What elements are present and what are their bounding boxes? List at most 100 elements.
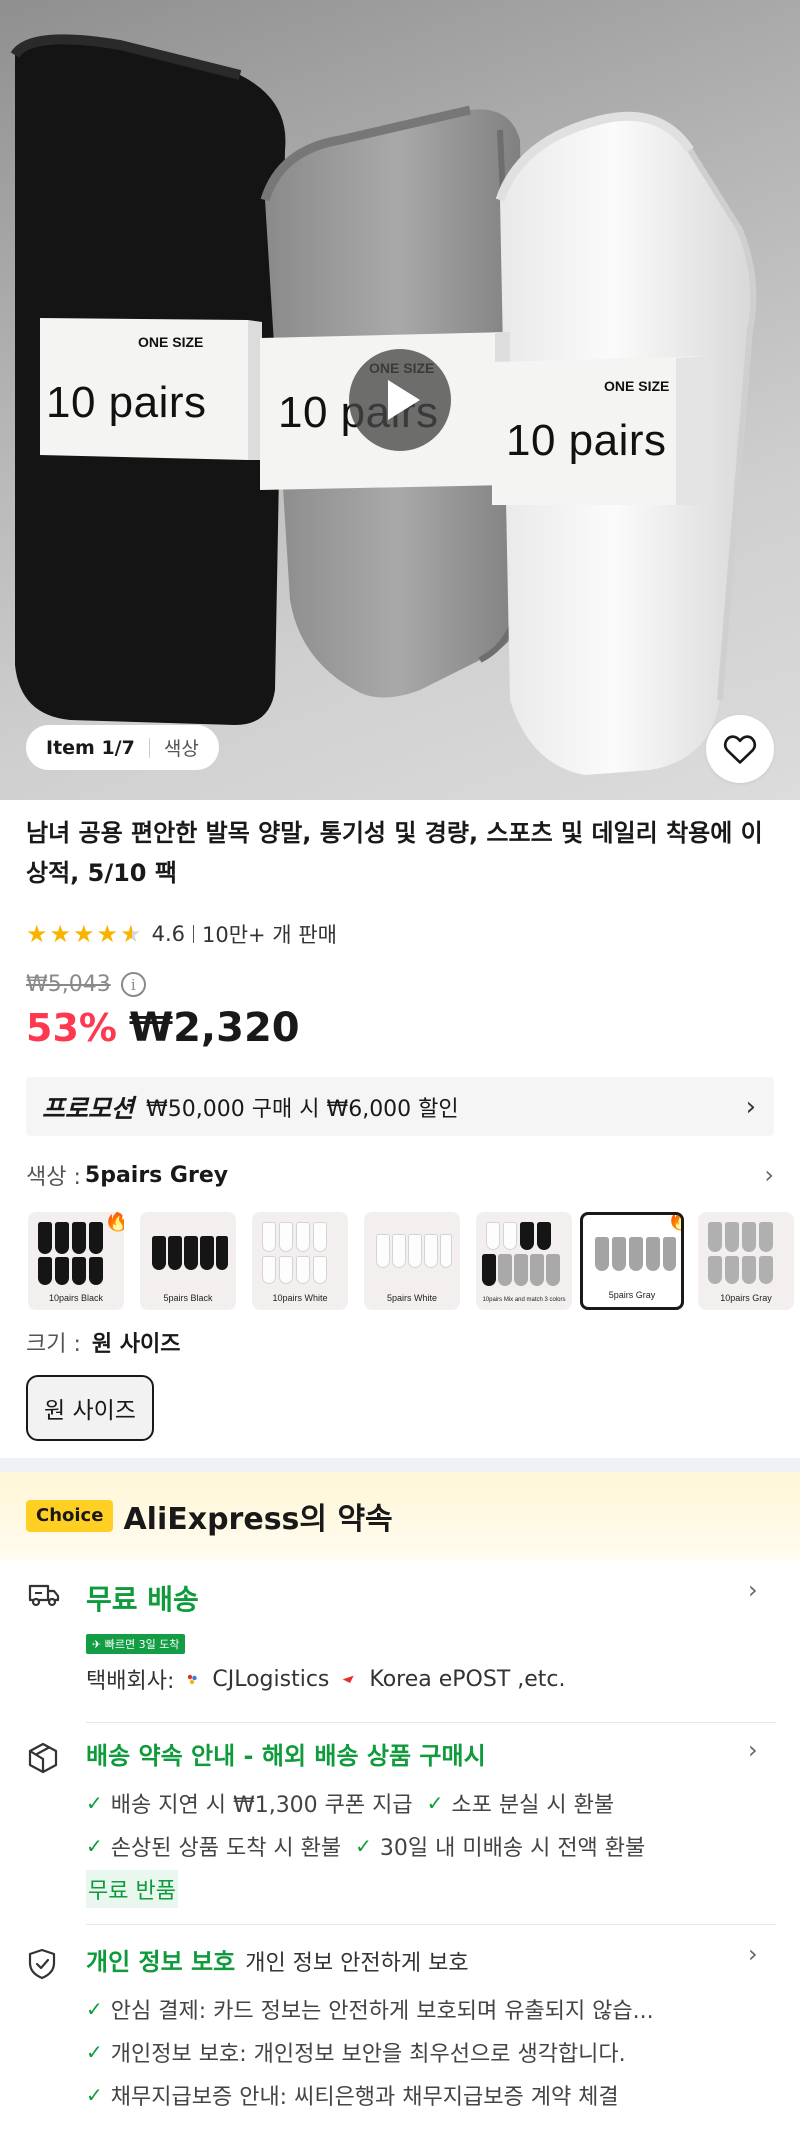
carrier-label: 택배회사:	[86, 1669, 175, 1694]
band-label-white: 10 pairs	[506, 416, 667, 465]
privacy-title: 개인 정보 보호 개인 정보 안전하게 보호	[86, 1942, 469, 1977]
play-icon	[388, 380, 420, 420]
color-swatches: 🔥 10pairs Black 5pairs Black 10pairs Whi…	[28, 1212, 800, 1310]
color-option-10pairs-black[interactable]: 🔥 10pairs Black	[28, 1212, 124, 1310]
play-video-button[interactable]	[349, 349, 451, 451]
privacy-title-text: 개인 정보 보호	[86, 1948, 236, 1976]
color-option-caption: 10pairs Mix and match 3 colors	[482, 1297, 566, 1303]
color-option-10pairs-white[interactable]: 10pairs White	[252, 1212, 348, 1310]
check-icon: ✓	[86, 1791, 103, 1815]
truck-icon	[28, 1584, 60, 1607]
hot-fire-icon: 🔥	[667, 1215, 681, 1231]
size-selector-header: 크기 : 원 사이즈	[26, 1326, 181, 1358]
wishlist-button[interactable]	[706, 715, 774, 783]
check-icon: ✓	[355, 1834, 372, 1858]
color-option-caption: 10pairs Gray	[720, 1293, 772, 1303]
star-icon: ★	[73, 920, 95, 948]
chevron-right-icon: ›	[748, 1940, 758, 1968]
color-option-5pairs-black[interactable]: 5pairs Black	[140, 1212, 236, 1310]
check-icon: ✓	[426, 1791, 444, 1815]
rating-stars: ★ ★ ★ ★ ★	[26, 922, 142, 946]
promise-title: AliExpress의 약속	[123, 1502, 393, 1537]
chevron-right-icon: ›	[745, 1091, 756, 1122]
image-type-label: 색상	[163, 738, 199, 760]
color-option-caption: 5pairs Black	[163, 1293, 213, 1303]
band-size-label-black: ONE SIZE	[138, 334, 204, 350]
color-label: 색상 :	[26, 1165, 81, 1190]
promise-item: 소포 분실 시 환불	[451, 1793, 615, 1818]
chevron-right-icon: ›	[748, 1736, 758, 1764]
free-shipping-title: 무료 배송	[86, 1583, 199, 1616]
color-option-10pairs-mix[interactable]: 10pairs Mix and match 3 colors	[476, 1212, 572, 1310]
selected-color: 5pairs Grey	[84, 1162, 229, 1188]
half-star-icon: ★	[120, 920, 142, 948]
promise-item: 손상된 상품 도착 시 환불	[110, 1836, 342, 1861]
privacy-row-2: ✓ 개인정보 보호: 개인정보 보안을 최우선으로 생각합니다.	[86, 2036, 626, 2068]
pill-divider	[148, 737, 150, 758]
star-icon: ★	[26, 920, 48, 948]
color-option-caption: 5pairs White	[386, 1293, 438, 1303]
star-icon: ★	[49, 920, 72, 948]
check-icon: ✓	[86, 2040, 103, 2064]
promise-item: 배송 지연 시 ₩1,300 쿠폰 지급	[110, 1793, 413, 1818]
free-return-badge: 무료 반품	[86, 1870, 178, 1908]
shield-check-icon	[28, 1948, 56, 1980]
delivery-promise-title: 배송 약속 안내 - 해외 배송 상품 구매시	[86, 1742, 486, 1770]
choice-promise-header: Choice AliExpress의 약속	[0, 1472, 800, 1560]
fast-delivery-text: 빠르면 3일 도착	[104, 1638, 180, 1651]
privacy-item: 개인정보 보호: 개인정보 보안을 최우선으로 생각합니다.	[110, 2042, 626, 2067]
color-option-caption: 10pairs Black	[48, 1293, 104, 1303]
package-icon	[28, 1742, 58, 1774]
sale-price: ₩2,320	[128, 1005, 300, 1051]
price-row: 53% ₩2,320	[26, 1005, 300, 1051]
hot-fire-icon: 🔥	[104, 1212, 124, 1233]
rating-row[interactable]: ★ ★ ★ ★ ★ 4.6 10만+ 개 판매	[26, 918, 337, 950]
epost-logo-icon	[342, 1674, 355, 1683]
color-option-caption: 5pairs Gray	[608, 1290, 656, 1300]
check-icon: ✓	[86, 1997, 103, 2021]
original-price-row: ₩5,043 i	[26, 972, 146, 997]
color-option-10pairs-gray[interactable]: 10pairs Gray	[698, 1212, 794, 1310]
divider	[86, 1722, 776, 1723]
check-icon: ✓	[86, 2083, 103, 2107]
privacy-subtitle: 개인 정보 안전하게 보호	[245, 1951, 469, 1976]
chevron-right-icon: ›	[748, 1576, 758, 1604]
size-option-one-size[interactable]: 원 사이즈	[26, 1375, 154, 1441]
check-icon: ✓	[86, 1834, 103, 1858]
choice-badge: Choice	[26, 1500, 114, 1532]
discount-percent: 53%	[26, 1006, 117, 1050]
divider	[86, 1924, 776, 1925]
delivery-promise-row-2: ✓ 손상된 상품 도착 시 환불 ✓ 30일 내 미배송 시 전액 환불	[86, 1830, 645, 1862]
rating-divider	[192, 925, 194, 943]
promise-item: 30일 내 미배송 시 전액 환불	[379, 1836, 646, 1861]
star-icon: ★	[96, 920, 119, 948]
privacy-section[interactable]: 개인 정보 보호 개인 정보 안전하게 보호 ›	[0, 1926, 800, 1996]
carrier-cj: CJLogistics	[212, 1666, 330, 1692]
promotion-text: ₩50,000 구매 시 ₩6,000 할인	[146, 1096, 459, 1122]
rating-value: 4.6	[151, 922, 185, 946]
band-label-black: 10 pairs	[46, 378, 207, 427]
privacy-row-1: ✓ 안심 결제: 카드 정보는 안전하게 보호되며 유출되지 않습...	[86, 1993, 654, 2025]
selected-size: 원 사이즈	[91, 1332, 181, 1357]
chevron-right-icon: ›	[764, 1161, 774, 1189]
color-option-caption: 10pairs White	[272, 1293, 328, 1303]
fast-delivery-badge: ✈ 빠르면 3일 도착	[86, 1634, 186, 1654]
carrier-epost: Korea ePOST ,etc.	[369, 1666, 566, 1692]
cj-logo-icon	[188, 1674, 198, 1685]
privacy-item: 안심 결제: 카드 정보는 안전하게 보호되며 유출되지 않습...	[110, 1999, 654, 2024]
color-option-5pairs-white[interactable]: 5pairs White	[364, 1212, 460, 1310]
sold-count: 10만+ 개 판매	[201, 923, 337, 947]
color-selector-header[interactable]: 색상 : 5pairs Grey ›	[26, 1159, 774, 1191]
product-image-gallery[interactable]: ONE SIZE 10 pairs ONE SIZE 10 pairs ONE …	[0, 0, 800, 800]
promotion-tag: 프로모션	[42, 1093, 135, 1123]
original-price: ₩5,043	[26, 972, 111, 997]
info-icon[interactable]: i	[120, 972, 146, 997]
color-option-5pairs-gray[interactable]: 🔥 5pairs Gray	[580, 1212, 684, 1310]
promotion-banner[interactable]: 프로모션 ₩50,000 구매 시 ₩6,000 할인 ›	[26, 1077, 774, 1136]
band-size-label-white: ONE SIZE	[604, 378, 670, 394]
image-counter-pill: Item 1/7 색상	[26, 725, 219, 770]
delivery-promise-row-1: ✓ 배송 지연 시 ₩1,300 쿠폰 지급 ✓ 소포 분실 시 환불	[86, 1787, 614, 1819]
privacy-row-3: ✓ 채무지급보증 안내: 씨티은행과 채무지급보증 계약 체결	[86, 2079, 619, 2111]
privacy-item: 채무지급보증 안내: 씨티은행과 채무지급보증 계약 체결	[110, 2085, 619, 2110]
size-label: 크기 :	[26, 1332, 81, 1357]
